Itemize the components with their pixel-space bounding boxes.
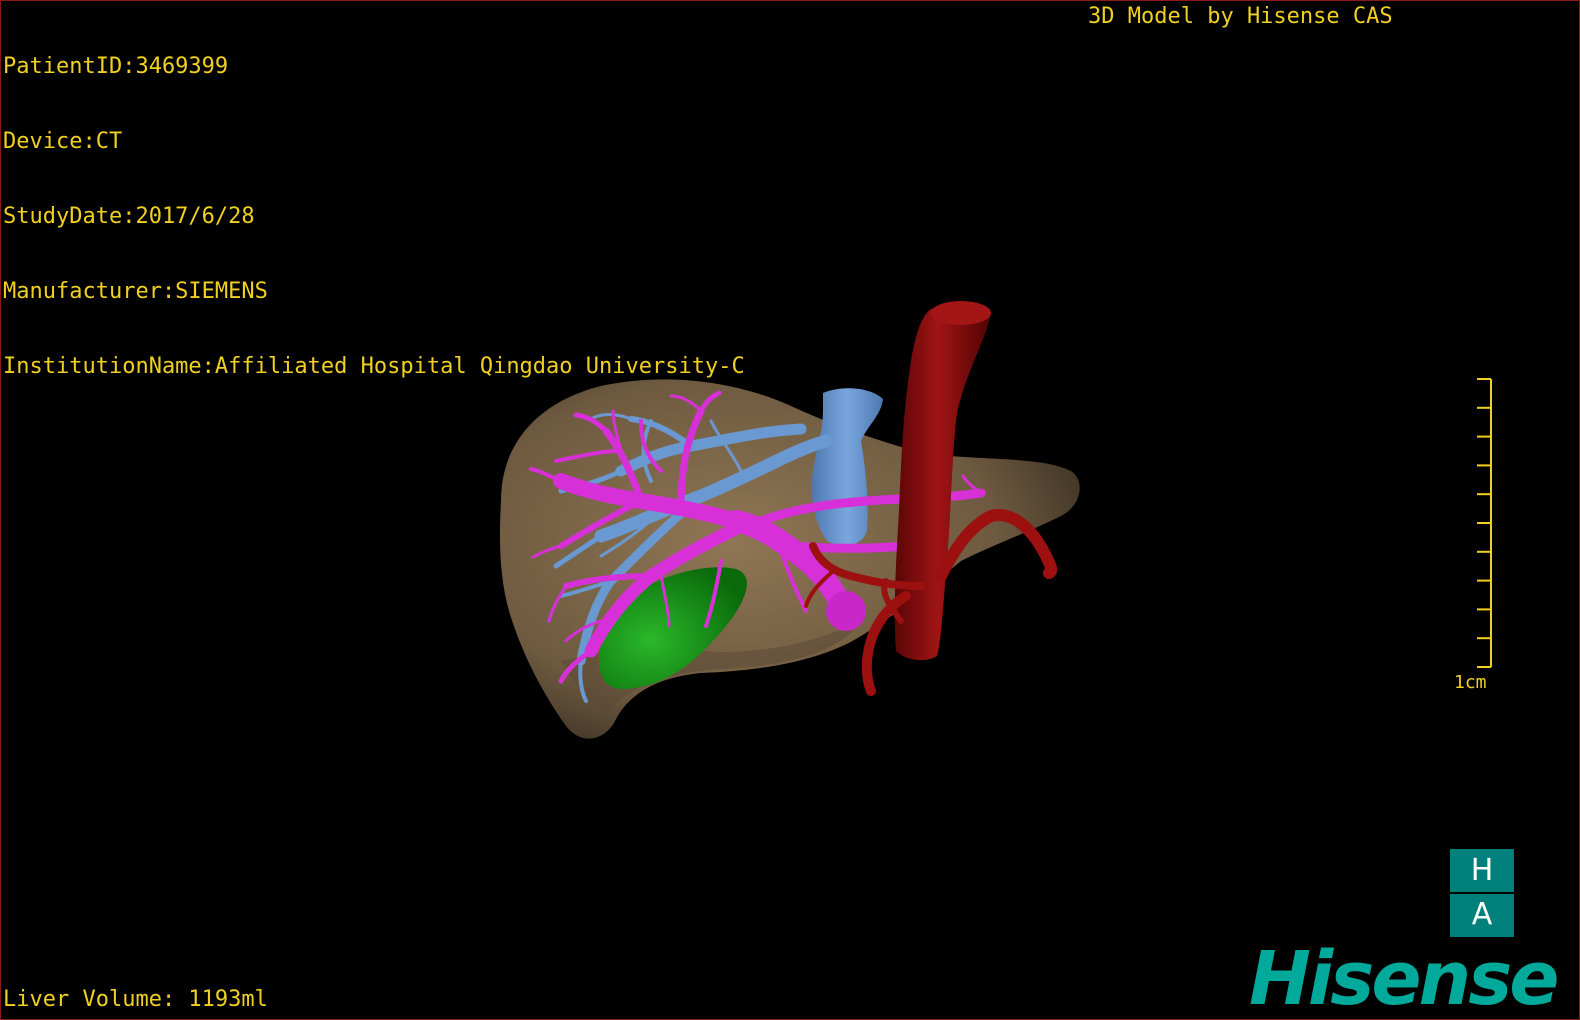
model-credit: 3D Model by Hisense CAS xyxy=(1088,4,1393,29)
device: Device:CT xyxy=(3,129,123,154)
study-date: StudyDate:2017/6/28 xyxy=(3,204,255,229)
dicom-info-panel: PatientID:3469399 Device:CT StudyDate:20… xyxy=(3,4,745,429)
orientation-head-label: H xyxy=(1470,853,1494,888)
institution-name: InstitutionName:Affiliated Hospital Qing… xyxy=(3,354,745,379)
liver-volume: Liver Volume: 1193ml xyxy=(3,987,268,1012)
orientation-marker[interactable]: H A xyxy=(1450,849,1514,937)
aorta-top xyxy=(931,301,991,325)
hisense-logo: Hisense xyxy=(1249,936,1559,1020)
scale-ruler xyxy=(1477,378,1492,668)
patient-id: PatientID:3469399 xyxy=(3,54,229,79)
orientation-anterior-label: A xyxy=(1471,897,1493,932)
manufacturer: Manufacturer:SIEMENS xyxy=(3,279,268,304)
portal-vein-trunk xyxy=(826,591,866,631)
3d-viewport[interactable]: PatientID:3469399 Device:CT StudyDate:20… xyxy=(0,0,1580,1020)
scale-label: 1cm xyxy=(1454,672,1487,693)
